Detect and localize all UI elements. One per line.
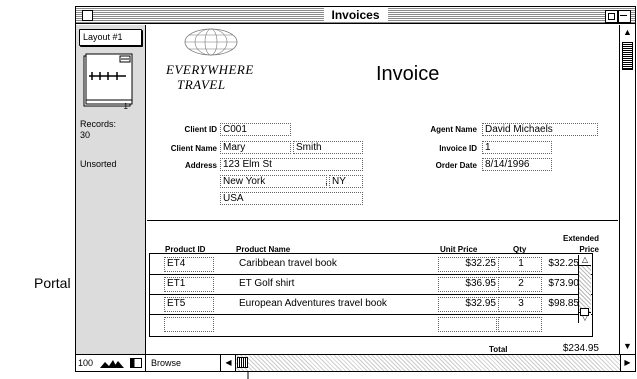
zoom-level[interactable]: 100: [78, 358, 93, 368]
invoice-id-label: Invoice ID: [439, 144, 477, 153]
status-toggle-icon[interactable]: [130, 358, 142, 368]
total-value: $234.95: [562, 343, 599, 354]
city-field[interactable]: New York: [220, 175, 327, 188]
invoice-heading: Invoice: [376, 63, 440, 85]
portal-unit-price[interactable]: $36.95: [438, 277, 499, 292]
scroll-left-icon[interactable]: ◀: [222, 355, 236, 371]
scroll-up-icon[interactable]: ▲: [620, 25, 635, 40]
records-label: Records:: [80, 119, 117, 129]
portal-row[interactable]: ET5 European Adventures travel book $32.…: [150, 294, 592, 315]
status-area: Layout #1 1 Records: 30 Unsorted: [76, 25, 146, 354]
portal-qty[interactable]: 3: [498, 297, 542, 312]
portal-extended: [540, 317, 580, 332]
portal-product-id[interactable]: ET5: [164, 297, 214, 312]
book-page-number: 1: [124, 102, 129, 110]
portal-extended: $73.90: [548, 278, 579, 289]
collapse-box[interactable]: [618, 10, 631, 23]
total-label: Total: [489, 345, 508, 354]
portal-row[interactable]: ET4 Caribbean travel book $32.25 1 $32.2…: [150, 254, 592, 275]
zoom-box[interactable]: [605, 10, 618, 23]
first-name-field[interactable]: Mary: [220, 141, 291, 154]
portal[interactable]: ET4 Caribbean travel book $32.25 1 $32.2…: [149, 253, 593, 337]
portal-row[interactable]: [150, 314, 592, 334]
client-id-field[interactable]: C001: [220, 123, 291, 136]
records-info: Records: 30: [80, 119, 116, 141]
layout-popup[interactable]: Layout #1: [79, 29, 142, 46]
scroll-right-icon[interactable]: ▶: [620, 355, 634, 371]
state-field[interactable]: NY: [329, 175, 363, 188]
body-divider: [147, 220, 618, 221]
portal-product-id[interactable]: ET4: [164, 257, 214, 272]
col-header-extended-1: Extended: [562, 234, 599, 243]
client-id-label: Client ID: [184, 125, 217, 134]
vertical-scrollbar[interactable]: ▲ ▼: [619, 25, 635, 354]
portal-extended: $98.85: [548, 298, 579, 309]
order-date-field[interactable]: 8/14/1996: [482, 158, 552, 171]
portal-unit-price[interactable]: $32.95: [438, 297, 499, 312]
sort-status: Unsorted: [80, 159, 117, 169]
book-icon[interactable]: 1: [82, 52, 134, 110]
street-field[interactable]: 123 Elm St: [220, 158, 363, 171]
close-box[interactable]: [82, 10, 93, 21]
portal-unit-price[interactable]: $32.25: [438, 257, 499, 272]
invoice-id-field[interactable]: 1: [482, 141, 552, 154]
portal-qty[interactable]: 2: [498, 277, 542, 292]
window-title: Invoices: [323, 8, 388, 22]
portal-product-id[interactable]: [164, 317, 214, 332]
scroll-thumb[interactable]: [622, 42, 633, 70]
horizontal-scroll-thumb[interactable]: [237, 357, 248, 368]
title-bar[interactable]: Invoices: [76, 7, 635, 24]
portal-scrollbar[interactable]: △ ▽: [578, 255, 591, 323]
order-date-label: Order Date: [435, 161, 477, 170]
portal-extended: $32.25: [548, 258, 579, 269]
portal-product-name[interactable]: Caribbean travel book: [236, 257, 418, 272]
portal-qty[interactable]: 1: [498, 257, 542, 272]
invoices-window: Invoices Layout #1 1 Records: 30 Unsorte…: [75, 6, 636, 372]
portal-product-name[interactable]: European Adventures travel book: [236, 297, 418, 312]
agent-name-field[interactable]: David Michaels: [482, 123, 598, 136]
globe-logo: [184, 28, 238, 56]
portal-qty[interactable]: [498, 317, 542, 332]
portal-product-name[interactable]: [236, 317, 418, 332]
portal-product-name[interactable]: ET Golf shirt: [236, 277, 418, 292]
layout-content: EVERYWHERE TRAVEL Invoice Client ID Clie…: [147, 25, 618, 354]
scroll-down-icon[interactable]: ▼: [620, 339, 635, 354]
zoom-mountains-icon[interactable]: [100, 358, 126, 368]
client-name-label: Client Name: [170, 144, 217, 153]
window-controls: [605, 10, 631, 23]
city-state-comma: ,: [325, 176, 328, 187]
portal-scroll-up-icon[interactable]: △: [579, 255, 591, 266]
records-count: 30: [80, 130, 91, 140]
bottom-bar: 100 Browse ◀ ▶: [76, 354, 635, 371]
portal-unit-price[interactable]: [438, 317, 497, 332]
company-name-line2: TRAVEL: [177, 77, 226, 92]
last-name-field[interactable]: Smith: [293, 141, 363, 154]
country-field[interactable]: USA: [220, 192, 363, 205]
portal-scroll-thumb[interactable]: [580, 308, 589, 316]
portal-row[interactable]: ET1 ET Golf shirt $36.95 2 $73.90: [150, 274, 592, 295]
portal-product-id[interactable]: ET1: [164, 277, 214, 292]
mode-popup[interactable]: Browse: [147, 355, 221, 371]
horizontal-scrollbar[interactable]: ◀ ▶: [222, 355, 634, 371]
agent-name-label: Agent Name: [430, 125, 477, 134]
company-name-line1: EVERYWHERE: [166, 62, 254, 77]
zoom-controls[interactable]: 100: [76, 355, 146, 371]
address-label: Address: [184, 161, 217, 170]
